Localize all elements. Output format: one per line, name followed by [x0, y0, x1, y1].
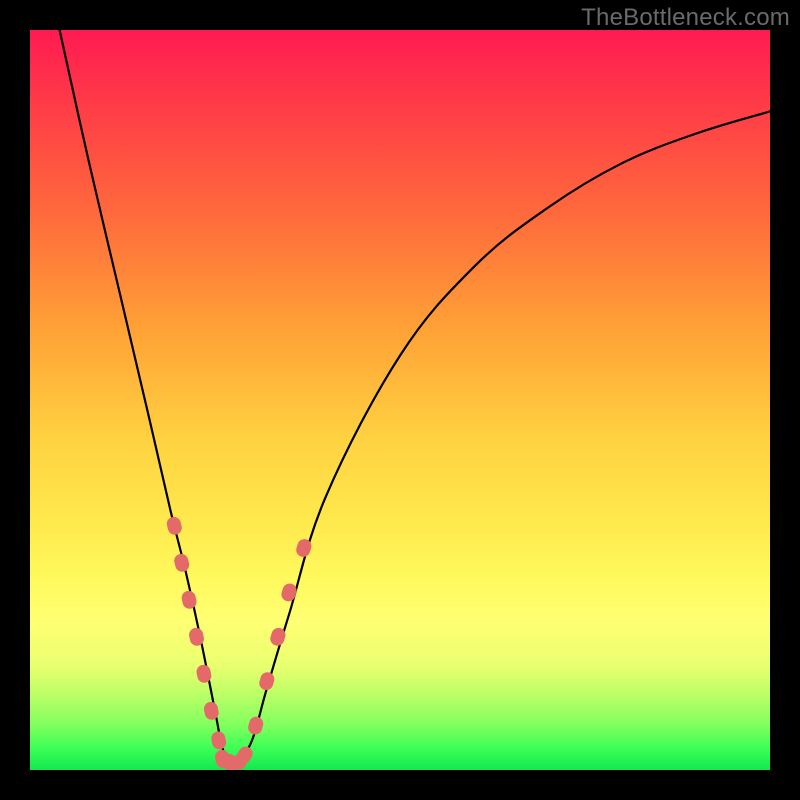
bead	[280, 582, 299, 603]
bead	[165, 515, 183, 536]
bead	[210, 730, 227, 750]
data-beads	[165, 515, 313, 770]
bottleneck-curve	[60, 30, 770, 765]
bead	[247, 715, 265, 736]
bead	[258, 671, 276, 692]
chart-frame: TheBottleneck.com	[0, 0, 800, 800]
plot-area	[30, 30, 770, 770]
bead	[180, 589, 198, 610]
curve-svg	[30, 30, 770, 770]
bead	[173, 552, 191, 573]
watermark-text: TheBottleneck.com	[581, 4, 790, 32]
